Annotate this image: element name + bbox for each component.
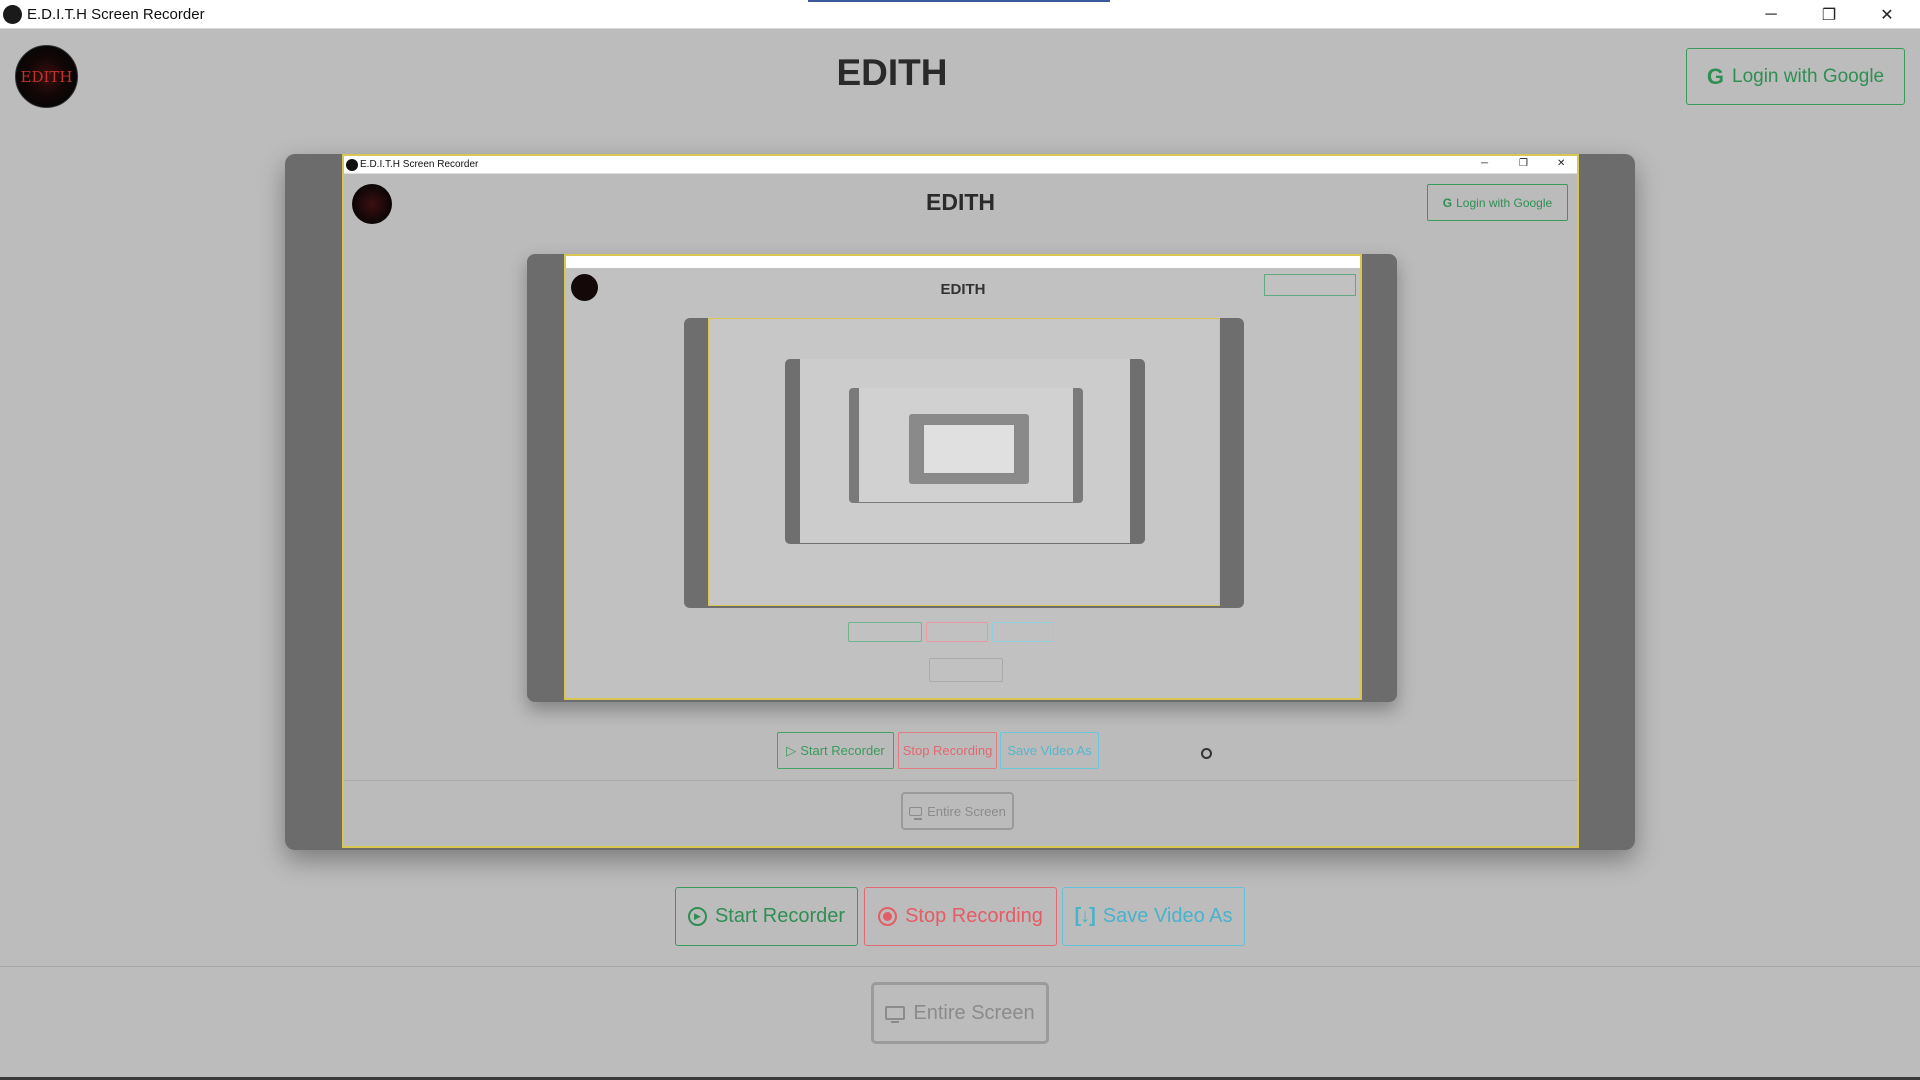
- window-title: E.D.I.T.H Screen Recorder: [27, 6, 205, 23]
- page-title: EDITH: [836, 52, 948, 93]
- nested-entire-button: [929, 658, 1003, 682]
- preview-minimize-icon: ─: [1481, 158, 1489, 169]
- nested-image-4: [800, 359, 1130, 543]
- preview-divider: [344, 780, 1577, 781]
- save-video-label: Save Video As: [1102, 905, 1233, 927]
- start-recorder-button[interactable]: ▶ Start Recorder: [675, 887, 858, 946]
- preview-save-button: Save Video As: [1000, 732, 1099, 769]
- app-body: EDITH EDITH G Login with Google E.D.I.T.…: [0, 30, 1920, 1080]
- preview-login-button: G Login with Google: [1427, 184, 1568, 221]
- entire-screen-button[interactable]: Entire Screen: [871, 982, 1049, 1044]
- preview-entire-label: Entire Screen: [927, 803, 1006, 819]
- nested-image-5: [859, 388, 1073, 502]
- nested-stop-button: [926, 622, 988, 642]
- preview-cursor-icon: [1201, 748, 1212, 759]
- nested-frame-3: [684, 318, 1244, 608]
- play-circle-icon: ▶: [687, 907, 707, 926]
- preview-monitor-icon: [909, 806, 923, 820]
- google-icon: G: [1706, 63, 1724, 89]
- preview-start-label: Start Recorder: [800, 743, 885, 758]
- nested-titlebar: [566, 256, 1360, 268]
- login-with-google-button[interactable]: G Login with Google: [1686, 48, 1905, 105]
- screen-preview: E.D.I.T.H Screen Recorder ─ ❐ ✕ EDITH G …: [285, 154, 1635, 850]
- app-icon: [3, 5, 22, 24]
- nested-frame-6: [909, 414, 1029, 484]
- nested-image-6: [923, 424, 1015, 474]
- stop-recording-label: Stop Recording: [905, 905, 1043, 927]
- preview-titlebar: E.D.I.T.H Screen Recorder ─ ❐ ✕: [344, 156, 1577, 174]
- login-label: Login with Google: [1732, 65, 1885, 87]
- preview-login-label: Login with Google: [1456, 195, 1553, 210]
- save-video-as-button[interactable]: [↓] Save Video As: [1062, 887, 1245, 946]
- download-icon: [↓]: [1074, 905, 1095, 927]
- entire-screen-label: Entire Screen: [913, 1001, 1035, 1024]
- window-titlebar: E.D.I.T.H Screen Recorder ─ ❐ ✕: [0, 0, 1920, 29]
- nested-frame-4: [785, 359, 1145, 544]
- preview-maximize-icon: ❐: [1519, 158, 1528, 169]
- preview-app-icon: [346, 159, 358, 171]
- preview-window-title: E.D.I.T.H Screen Recorder: [360, 159, 479, 170]
- preview-stop-label: Stop Recording: [902, 743, 993, 758]
- controls-divider: [0, 966, 1920, 967]
- preview-nested-frame: EDITH: [527, 254, 1397, 702]
- titlebar-accent: [808, 0, 1110, 2]
- start-recorder-label: Start Recorder: [714, 905, 846, 927]
- screen-preview-image: E.D.I.T.H Screen Recorder ─ ❐ ✕ EDITH G …: [342, 154, 1579, 848]
- nested-title: EDITH: [940, 281, 986, 298]
- nested-start-button: [848, 622, 922, 642]
- preview-stop-button: Stop Recording: [898, 732, 997, 769]
- nested-login-button: [1264, 274, 1356, 296]
- preview-nested-image: EDITH: [564, 254, 1362, 700]
- record-circle-icon: [878, 907, 898, 926]
- minimize-button[interactable]: ─: [1742, 0, 1800, 29]
- nested-image-3: [708, 318, 1220, 606]
- preview-close-icon: ✕: [1557, 158, 1566, 169]
- nested-frame-5: [849, 388, 1083, 503]
- maximize-button[interactable]: ❐: [1800, 0, 1858, 29]
- nested-save-button: [992, 622, 1054, 642]
- stop-recording-button[interactable]: Stop Recording: [864, 887, 1057, 946]
- preview-title: EDITH: [926, 189, 995, 215]
- preview-save-label: Save Video As: [1007, 743, 1092, 758]
- monitor-icon: [885, 1006, 906, 1023]
- preview-entire-screen-button: Entire Screen: [901, 792, 1014, 830]
- preview-google-icon: G: [1442, 195, 1453, 210]
- close-button[interactable]: ✕: [1858, 0, 1916, 29]
- preview-start-button: ▷ Start Recorder: [777, 732, 894, 769]
- preview-play-icon: ▷: [786, 742, 797, 758]
